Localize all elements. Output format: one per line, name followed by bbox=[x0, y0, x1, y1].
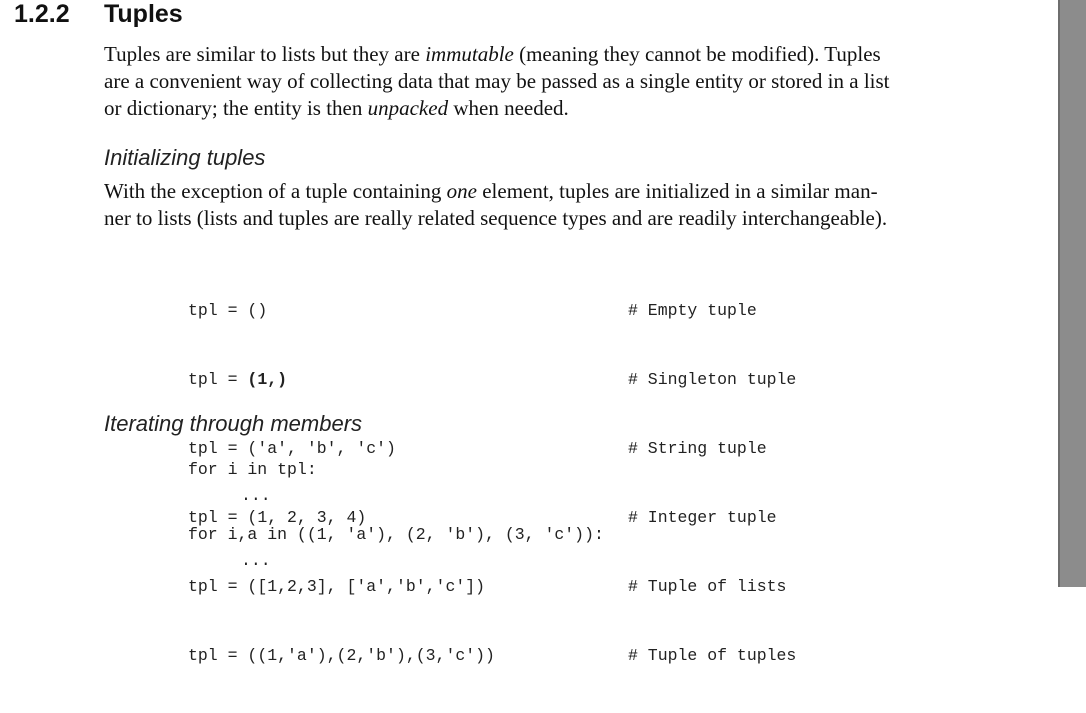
text-run: Tuples are similar to lists but they are bbox=[104, 42, 426, 66]
section-heading: 1.2.2 Tuples bbox=[14, 0, 183, 29]
text-run: (meaning they cannot be modified). Tuple… bbox=[513, 42, 881, 66]
emphasis-unpacked: unpacked bbox=[367, 96, 449, 120]
code-comment: # Tuple of tuples bbox=[628, 646, 797, 665]
code-prefix: tpl = bbox=[188, 646, 248, 665]
text-run: element, tuples are initialized in a sim… bbox=[476, 179, 878, 203]
code-expr: ('a', 'b', 'c') bbox=[247, 439, 396, 458]
subheading-iterating: Iterating through members bbox=[104, 411, 363, 436]
code-prefix: tpl = bbox=[188, 370, 248, 389]
intro-line-2: are a convenient way of collecting data … bbox=[104, 68, 890, 95]
intro-line-3: or dictionary; the entity is then unpack… bbox=[104, 95, 890, 122]
text-run: when needed. bbox=[448, 96, 569, 120]
code-line: tpl = ((1,'a'),(2,'b'),(3,'c')) bbox=[188, 644, 495, 667]
code-prefix: tpl = bbox=[188, 439, 248, 458]
code-loop-2: for i,a in ((1, 'a'), (2, 'b'), (3, 'c')… bbox=[188, 525, 604, 544]
emphasis-immutable: immutable bbox=[425, 42, 514, 66]
code-line: tpl = (1,) bbox=[188, 368, 495, 391]
code-line: tpl = ('a', 'b', 'c') bbox=[188, 437, 495, 460]
init-line-2: ner to lists (lists and tuples are reall… bbox=[104, 206, 888, 230]
code-comment: # String tuple bbox=[628, 439, 767, 458]
code-comments: # Empty tuple # Singleton tuple # String… bbox=[628, 253, 796, 713]
code-expr: (1,) bbox=[247, 370, 288, 389]
code-comment: # Integer tuple bbox=[628, 508, 777, 527]
code-ellipsis-1: ... bbox=[241, 486, 271, 505]
section-number: 1.2.2 bbox=[14, 0, 70, 28]
intro-line-1: Tuples are similar to lists but they are… bbox=[104, 41, 890, 68]
code-loop-1: for i in tpl: bbox=[188, 460, 317, 479]
intro-paragraph: Tuples are similar to lists but they are… bbox=[104, 41, 890, 122]
code-block-tuples: tpl = () tpl = (1,) tpl = ('a', 'b', 'c'… bbox=[188, 253, 495, 713]
code-comment: # Singleton tuple bbox=[628, 370, 797, 389]
text-run: are a convenient way of collecting data … bbox=[104, 69, 890, 93]
emphasis-one: one bbox=[446, 179, 477, 203]
code-comment: # Empty tuple bbox=[628, 301, 757, 320]
code-expr: ((1,'a'),(2,'b'),(3,'c')) bbox=[247, 646, 495, 665]
subheading-initializing: Initializing tuples bbox=[104, 145, 266, 170]
vertical-scrollbar[interactable] bbox=[1058, 0, 1086, 587]
init-line-1: With the exception of a tuple containing… bbox=[104, 178, 887, 205]
text-run: or dictionary; the entity is then bbox=[104, 96, 368, 120]
code-prefix: tpl = bbox=[188, 301, 248, 320]
init-paragraph: With the exception of a tuple containing… bbox=[104, 178, 887, 232]
document-page: 1.2.2 Tuples Tuples are similar to lists … bbox=[0, 0, 1058, 665]
code-ellipsis-2: ... bbox=[241, 551, 271, 570]
code-expr: () bbox=[247, 301, 268, 320]
section-title: Tuples bbox=[104, 0, 183, 28]
code-line: tpl = () bbox=[188, 299, 495, 322]
text-run: With the exception of a tuple containing bbox=[104, 179, 447, 203]
